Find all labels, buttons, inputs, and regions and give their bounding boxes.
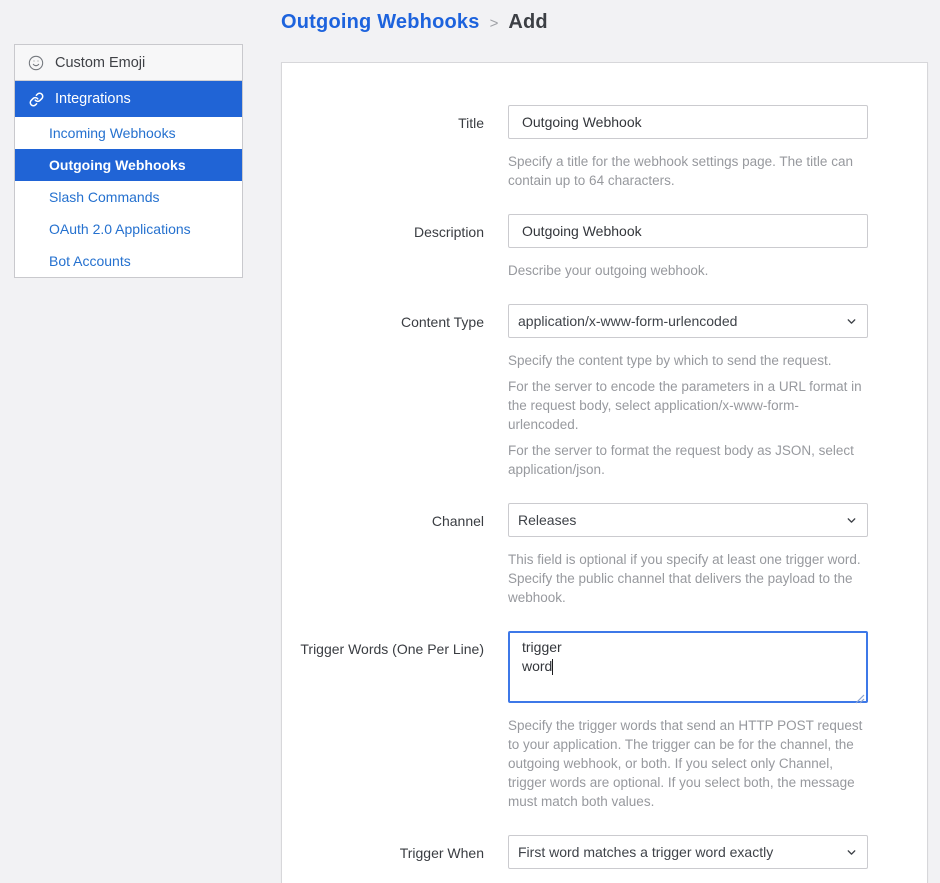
form-group-channel: Channel Releases This field is optional … [282,503,927,607]
settings-sidebar: Custom Emoji Integrations Incoming Webho… [14,44,243,278]
trigger-when-label: Trigger When [282,835,508,869]
title-input[interactable] [508,105,868,139]
trigger-words-help-text: Specify the trigger words that send an H… [508,716,868,811]
sidebar-item-custom-emoji[interactable]: Custom Emoji [15,45,242,81]
description-help-text: Describe your outgoing webhook. [508,261,868,280]
link-icon [28,91,44,107]
description-input[interactable] [508,214,868,248]
sidebar-item-incoming-webhooks[interactable]: Incoming Webhooks [15,117,242,149]
sidebar-item-oauth-applications[interactable]: OAuth 2.0 Applications [15,213,242,245]
sidebar-item-label: Custom Emoji [55,55,145,71]
trigger-when-select[interactable]: First word matches a trigger word exactl… [508,835,868,869]
channel-label: Channel [282,503,508,607]
content-type-help-text: Specify the content type by which to sen… [508,351,868,479]
sidebar-item-slash-commands[interactable]: Slash Commands [15,181,242,213]
form-group-description: Description Describe your outgoing webho… [282,214,927,280]
sidebar-item-bot-accounts[interactable]: Bot Accounts [15,245,242,277]
sidebar-item-label: Integrations [55,91,131,107]
sidebar-item-outgoing-webhooks[interactable]: Outgoing Webhooks [15,149,242,181]
add-outgoing-webhook-form: Title Specify a title for the webhook se… [281,62,928,883]
trigger-words-textarea[interactable]: trigger word [508,631,868,703]
smiley-icon [28,55,44,71]
channel-help-text: This field is optional if you specify at… [508,550,868,607]
form-group-title: Title Specify a title for the webhook se… [282,105,927,190]
text-cursor [552,659,553,675]
breadcrumb: Outgoing Webhooks > Add [281,11,548,34]
breadcrumb-separator-icon: > [490,15,499,32]
title-help-text: Specify a title for the webhook settings… [508,152,868,190]
description-label: Description [282,214,508,280]
breadcrumb-link-outgoing-webhooks[interactable]: Outgoing Webhooks [281,11,480,34]
trigger-words-label: Trigger Words (One Per Line) [282,631,508,811]
content-type-select[interactable]: application/x-www-form-urlencoded [508,304,868,338]
channel-select[interactable]: Releases [508,503,868,537]
form-group-trigger-words: Trigger Words (One Per Line) trigger wor… [282,631,927,811]
form-group-content-type: Content Type application/x-www-form-urle… [282,304,927,479]
page-title: Add [508,11,547,34]
sidebar-item-integrations[interactable]: Integrations [15,81,242,117]
form-group-trigger-when: Trigger When First word matches a trigge… [282,835,927,869]
title-label: Title [282,105,508,190]
content-type-label: Content Type [282,304,508,479]
